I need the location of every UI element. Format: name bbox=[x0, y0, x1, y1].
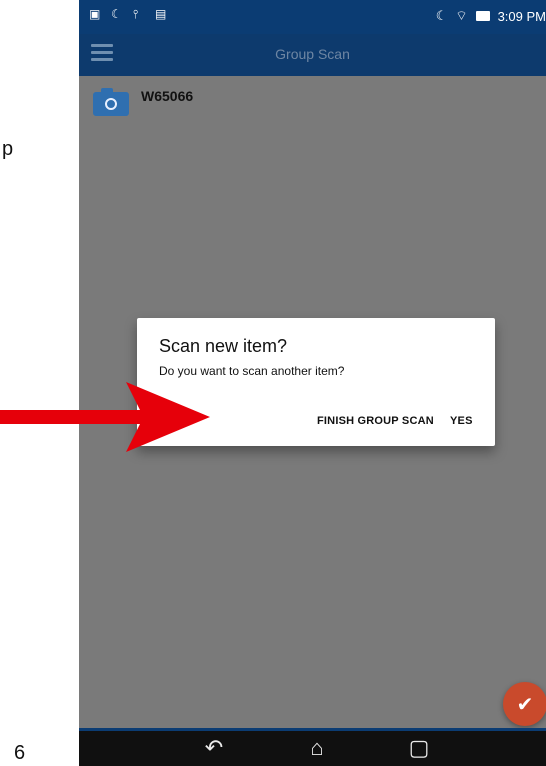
status-right: ☾ ⌔ 3:09 PM bbox=[436, 8, 546, 24]
margin-text-bottom: 6 bbox=[14, 742, 26, 764]
nav-accent-line bbox=[79, 728, 546, 731]
checkmark-icon: ✔ bbox=[516, 693, 534, 716]
image-icon: ▣ bbox=[89, 7, 101, 21]
moon-icon: ☾ bbox=[111, 7, 122, 21]
moon-icon: ☾ bbox=[435, 8, 448, 23]
list-item-label: W65066 bbox=[141, 88, 194, 104]
wifi-icon: ⌔ bbox=[455, 8, 468, 23]
camera-icon bbox=[93, 86, 129, 116]
list-item[interactable]: W65066 bbox=[93, 86, 193, 116]
android-nav-bar: ↶ ⌂ ▢ bbox=[79, 728, 546, 766]
usb-icon: ⫯ bbox=[133, 7, 139, 21]
home-icon[interactable]: ⌂ bbox=[305, 736, 329, 760]
back-icon[interactable]: ↶ bbox=[202, 736, 226, 760]
dialog-title: Scan new item? bbox=[159, 336, 288, 356]
margin-text-top: p bbox=[2, 138, 14, 160]
yes-button[interactable]: YES bbox=[450, 415, 473, 427]
status-time: 3:09 PM bbox=[497, 8, 546, 24]
app-title: Group Scan bbox=[275, 46, 350, 62]
photo-icon: ▤ bbox=[155, 7, 167, 21]
battery-icon bbox=[475, 11, 490, 21]
recent-apps-icon[interactable]: ▢ bbox=[407, 736, 431, 760]
status-bar: ▣ ☾ ⫯ ▤ ☾ ⌔ 3:09 PM bbox=[79, 0, 546, 34]
annotation-arrow bbox=[0, 382, 210, 452]
confirm-fab-button[interactable]: ✔ bbox=[503, 682, 546, 726]
finish-group-scan-button[interactable]: FINISH GROUP SCAN bbox=[317, 415, 434, 427]
app-bar: Group Scan bbox=[79, 34, 546, 76]
status-left-icons: ▣ ☾ ⫯ ▤ bbox=[89, 8, 167, 20]
